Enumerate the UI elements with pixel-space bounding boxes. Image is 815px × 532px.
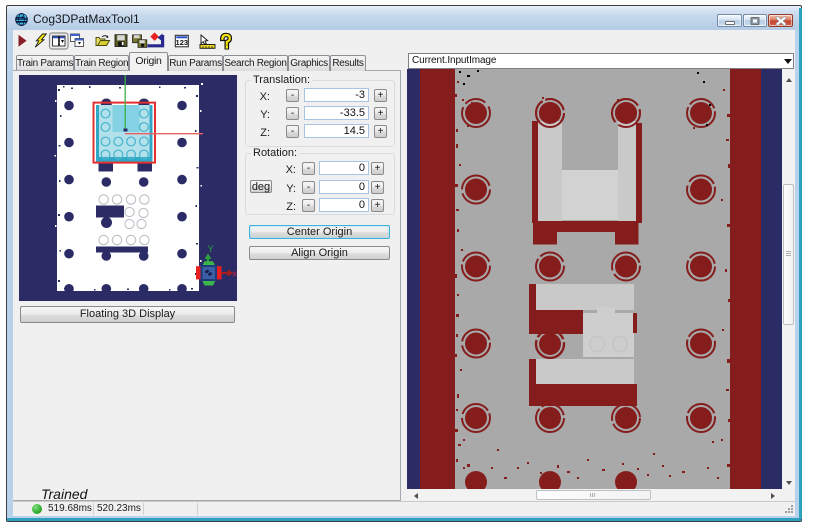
svg-text:x: x — [233, 269, 238, 279]
svg-text:Y: Y — [208, 244, 215, 255]
svg-text:123: 123 — [176, 38, 189, 47]
